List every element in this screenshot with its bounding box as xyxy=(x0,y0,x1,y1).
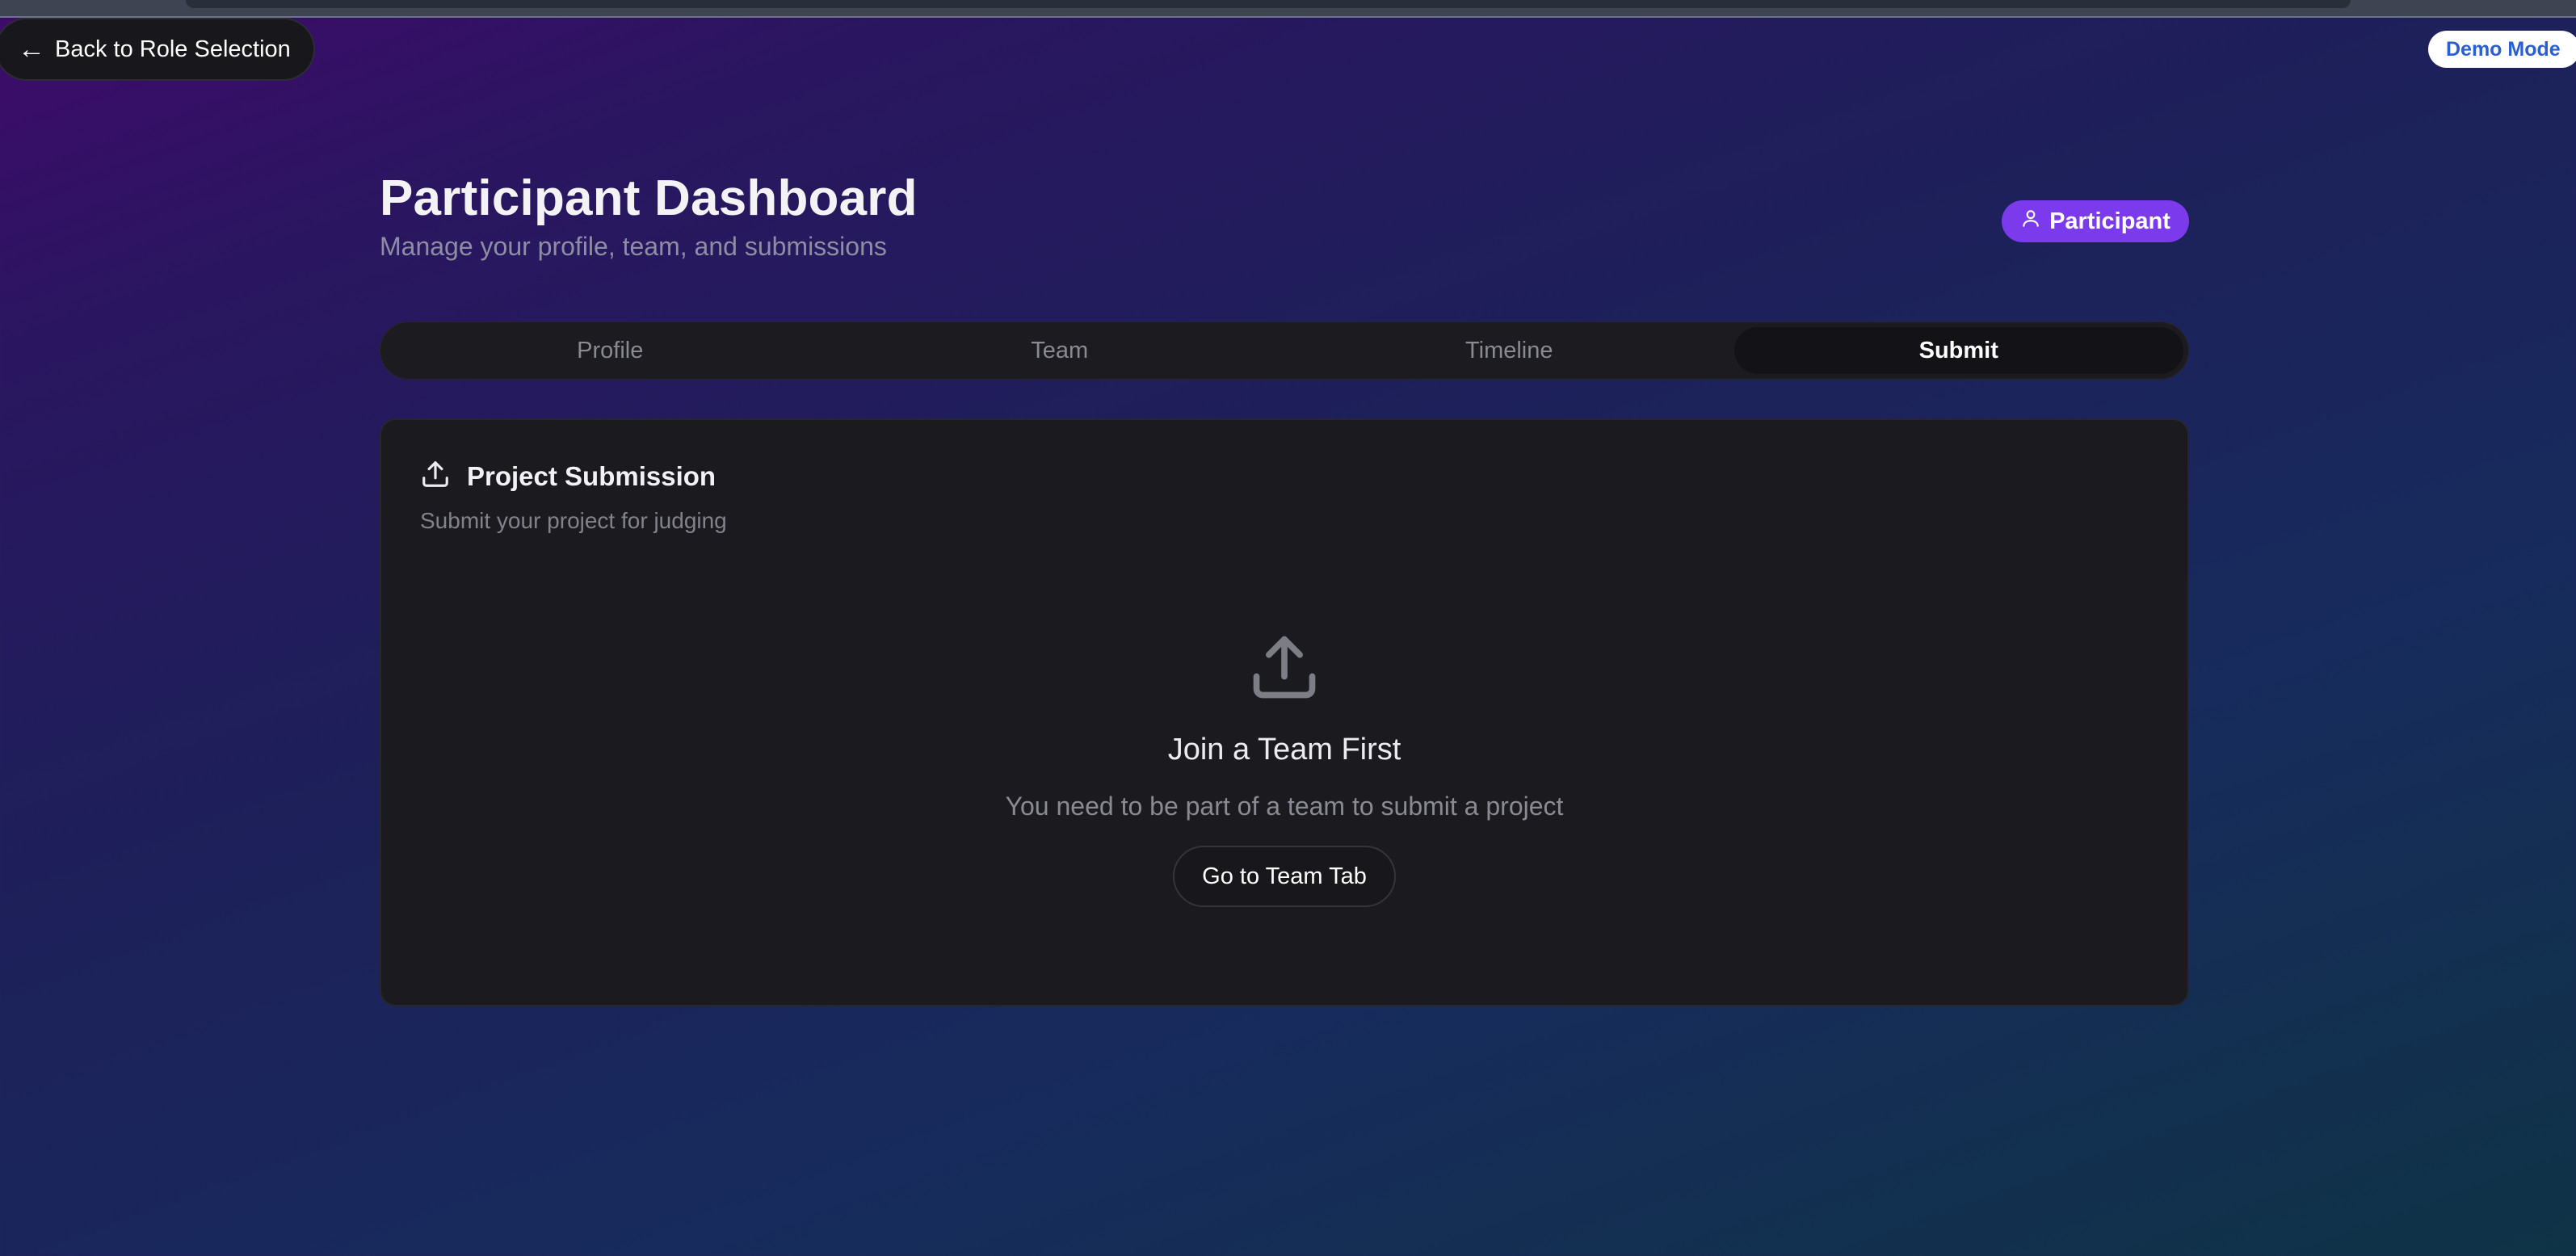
arrow-left-icon: ← xyxy=(18,34,45,65)
empty-state-title: Join a Team First xyxy=(1167,733,1401,767)
upload-icon xyxy=(1247,630,1322,708)
back-button-label: Back to Role Selection xyxy=(55,36,291,62)
project-submission-card: Project Submission Submit your project f… xyxy=(380,418,2189,1006)
page-header: Participant Dashboard Manage your profil… xyxy=(380,170,918,262)
user-icon xyxy=(2020,208,2041,235)
card-title-row: Project Submission xyxy=(420,459,727,494)
tab-profile[interactable]: Profile xyxy=(385,327,835,374)
tab-team[interactable]: Team xyxy=(835,327,1285,374)
role-badge: Participant xyxy=(2002,200,2189,242)
back-to-role-selection-button[interactable]: ← Back to Role Selection xyxy=(0,18,315,81)
card-title: Project Submission xyxy=(467,460,716,491)
go-to-team-tab-button[interactable]: Go to Team Tab xyxy=(1173,846,1396,907)
browser-tab-strip xyxy=(186,0,2351,8)
demo-mode-badge: Demo Mode xyxy=(2428,31,2576,68)
card-header: Project Submission Submit your project f… xyxy=(420,459,727,534)
role-badge-label: Participant xyxy=(2049,208,2170,234)
page-title: Participant Dashboard xyxy=(380,170,918,226)
tab-submit[interactable]: Submit xyxy=(1733,327,2183,374)
empty-state-message: You need to be part of a team to submit … xyxy=(1005,792,1564,821)
dashboard-tabs: Profile Team Timeline Submit xyxy=(380,321,2189,380)
browser-top-bar xyxy=(0,0,2576,18)
card-subtitle: Submit your project for judging xyxy=(420,508,727,533)
upload-icon xyxy=(420,459,451,494)
page-subtitle: Manage your profile, team, and submissio… xyxy=(380,232,887,261)
empty-state: Join a Team First You need to be part of… xyxy=(381,630,2187,907)
tab-timeline[interactable]: Timeline xyxy=(1284,327,1734,374)
